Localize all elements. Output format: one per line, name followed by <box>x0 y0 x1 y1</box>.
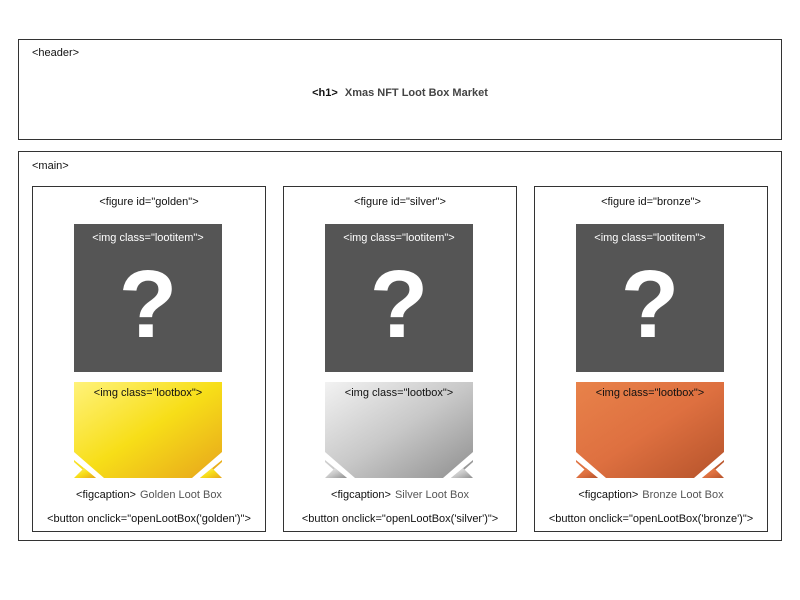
lootitem-label: <img class="lootitem"> <box>594 232 706 244</box>
question-mark-icon: ? <box>369 251 429 358</box>
h1-tag: <h1> <box>312 87 338 99</box>
figcaption-tag: <figcaption> <box>331 489 391 501</box>
header-tag: <header> <box>32 47 80 59</box>
figcaption-tag: <figcaption> <box>578 489 639 501</box>
question-mark-icon: ? <box>118 251 178 358</box>
figure-tag: <figure id="golden"> <box>99 196 199 208</box>
lootbox-label: <img class="lootbox"> <box>595 387 705 399</box>
figure-tag: <figure id="silver"> <box>354 196 446 208</box>
figure-bronze: <figure id="bronze"> <img class="lootite… <box>534 186 768 532</box>
figcaption: <figcaption> Golden Loot Box <box>33 489 265 501</box>
question-mark-icon: ? <box>620 251 680 358</box>
figure-silver: <figure id="silver"> <img class="lootite… <box>283 186 517 532</box>
header-box: <header> <h1> Xmas NFT Loot Box Market <box>18 39 782 140</box>
lootitem-image: <img class="lootitem"> ? <box>325 224 473 372</box>
lootbox-image-bronze: <img class="lootbox"> <box>576 382 724 478</box>
figcaption-tag: <figcaption> <box>76 489 136 501</box>
figcaption: <figcaption> Bronze Loot Box <box>535 489 767 501</box>
lootitem-image: <img class="lootitem"> ? <box>74 224 222 372</box>
h1-text: Xmas NFT Loot Box Market <box>344 87 488 99</box>
lootbox-label: <img class="lootbox"> <box>344 387 454 399</box>
figcaption: <figcaption> Silver Loot Box <box>284 489 516 501</box>
caption-text: Silver Loot Box <box>394 489 469 501</box>
main-box: <main> <figure id="golden"> <img class="… <box>18 151 782 541</box>
lootbox-image-golden: <img class="lootbox"> <box>74 382 222 478</box>
caption-text: Golden Loot Box <box>139 489 222 501</box>
caption-text: Bronze Loot Box <box>642 489 724 501</box>
lootitem-label: <img class="lootitem"> <box>92 232 204 244</box>
open-silver-lootbox-button[interactable]: <button onclick="openLootBox('silver')"> <box>284 513 516 525</box>
main-tag: <main> <box>32 160 69 172</box>
lootbox-image-silver: <img class="lootbox"> <box>325 382 473 478</box>
lootitem-label: <img class="lootitem"> <box>343 232 455 244</box>
lootbox-label: <img class="lootbox"> <box>93 387 203 399</box>
open-golden-lootbox-button[interactable]: <button onclick="openLootBox('golden')"> <box>33 513 265 525</box>
page-title: <h1> Xmas NFT Loot Box Market <box>19 87 781 99</box>
figure-tag: <figure id="bronze"> <box>601 196 701 208</box>
open-bronze-lootbox-button[interactable]: <button onclick="openLootBox('bronze')"> <box>535 513 767 525</box>
lootitem-image: <img class="lootitem"> ? <box>576 224 724 372</box>
figure-golden: <figure id="golden"> <img class="lootite… <box>32 186 266 532</box>
